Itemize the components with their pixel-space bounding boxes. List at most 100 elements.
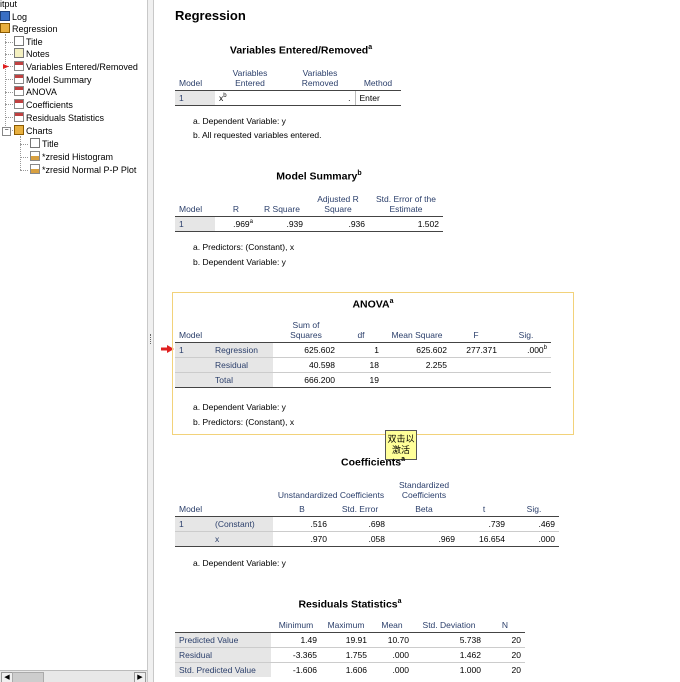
residuals-table[interactable]: Minimum Maximum Mean Std. Deviation N Pr… (175, 618, 525, 677)
cell-sup: b (223, 93, 227, 100)
table-row: Total 666.200 19 (175, 372, 551, 388)
footnote: b. All requested variables entered. (193, 130, 322, 140)
column-header: Sig. (526, 504, 542, 514)
table-cell: 625.602 (383, 342, 451, 358)
table-cell: 1 (339, 342, 383, 358)
outline-chart-title[interactable]: Title (30, 138, 59, 150)
title-icon (30, 138, 40, 148)
outline-regression[interactable]: Regression (0, 23, 58, 35)
table-cell (501, 357, 551, 373)
outline-horizontal-scrollbar[interactable]: ◀ ▶ (0, 670, 147, 682)
column-header: Sum of Squares (290, 320, 322, 340)
tooltip-line: 双击以 (387, 434, 415, 444)
table-cell: 10.70 (371, 632, 413, 648)
table-cell: 1.755 (321, 647, 371, 663)
table-header-row: Minimum Maximum Mean Std. Deviation N (175, 618, 525, 633)
model-summary-table[interactable]: Model R R Square Adjusted R Square Std. … (175, 192, 443, 232)
vars-entered-table[interactable]: Model Variables Entered Variables Remove… (175, 66, 401, 106)
outline-item-variables-entered-removed[interactable]: Variables Entered/Removed (14, 61, 138, 73)
column-header: Std. Error of the Estimate (376, 194, 436, 214)
anova-title-sup: a (389, 298, 394, 305)
column-header: R (232, 204, 240, 214)
column-header: R Square (264, 204, 300, 214)
table-cell: 625.602 (273, 342, 339, 358)
column-header: Sig. (518, 330, 534, 340)
pane-splitter[interactable] (147, 0, 154, 682)
outline-item-label: Coefficients (26, 100, 73, 110)
table-cell: 1.49 (271, 632, 321, 648)
row-label (175, 357, 211, 373)
model-summary-title-text: Model Summary (276, 170, 358, 183)
row-label: 1 (175, 216, 215, 232)
outline-log[interactable]: Log (0, 11, 27, 23)
table-icon (14, 99, 24, 109)
table-cell: . (285, 90, 355, 106)
table-cell: 16.654 (459, 531, 509, 547)
anova-table[interactable]: Model Sum of Squares df Mean Square F Si… (175, 318, 551, 388)
outline-chart-histogram[interactable]: *zresid Histogram (30, 151, 113, 163)
table-header-row: Model B Std. Error Beta t Sig. (175, 502, 559, 517)
notes-icon (14, 48, 24, 58)
table-cell: .469 (509, 516, 559, 532)
column-header: Beta (415, 504, 433, 514)
coefficients-table[interactable]: Unstandardized Coefficients Standardized… (175, 478, 559, 547)
table-cell: 20 (485, 632, 525, 648)
column-header (211, 478, 273, 502)
column-header: Std. Deviation (422, 620, 476, 630)
outline-root[interactable]: itput (0, 0, 17, 10)
outline-item-residuals-statistics[interactable]: Residuals Statistics (14, 112, 104, 124)
scroll-right-button[interactable]: ▶ (134, 672, 146, 682)
table-header-row: Model Sum of Squares df Mean Square F Si… (175, 318, 551, 343)
cell-value: .969 (233, 219, 250, 229)
column-header: Mean (381, 620, 403, 630)
column-header (175, 478, 211, 502)
table-row: 1 (Constant) .516 .698 .739 .469 (175, 516, 559, 532)
vars-table-title-text: Variables Entered/Removed (229, 44, 369, 57)
table-row: 1 xb . Enter (175, 90, 401, 106)
table-cell: 20 (485, 647, 525, 663)
column-header (459, 478, 509, 502)
row-label: Predicted Value (175, 632, 271, 648)
outline-item-coefficients[interactable]: Coefficients (14, 99, 73, 111)
chart-icon (30, 164, 40, 174)
vars-table-title-sup: a (368, 44, 373, 51)
footnote: a. Dependent Variable: y (193, 558, 286, 568)
outline-item-model-summary[interactable]: Model Summary (14, 74, 92, 86)
table-cell: .698 (331, 516, 389, 532)
row-label: x (211, 531, 273, 547)
outline-chart-pp-plot[interactable]: *zresid Normal P-P Plot (30, 164, 136, 176)
column-group-header: Standardized Coefficients (398, 480, 450, 500)
column-header: df (357, 330, 365, 340)
output-content-pane[interactable]: Regression Variables Entered/Removeda Mo… (155, 0, 680, 682)
anova-title-text: ANOVA (352, 298, 390, 311)
column-header: Variables Entered (232, 68, 268, 88)
footnote: a. Predictors: (Constant), x (193, 242, 295, 252)
outline-item-label: Residuals Statistics (26, 113, 105, 123)
outline-log-label: Log (12, 12, 28, 22)
row-label: 1 (175, 516, 211, 532)
table-cell: .969 (389, 531, 459, 547)
scroll-thumb[interactable] (12, 672, 44, 682)
outline-item-anova[interactable]: ANOVA (14, 86, 57, 98)
column-header: N (501, 620, 509, 630)
column-header (509, 478, 559, 502)
anova-title: ANOVAa (175, 298, 571, 311)
outline-item-label: Model Summary (26, 75, 92, 85)
table-cell: 5.738 (413, 632, 485, 648)
footnote: b. Dependent Variable: y (193, 257, 286, 267)
collapse-charts-toggle[interactable]: − (2, 127, 11, 136)
column-header: Maximum (327, 620, 365, 630)
outline-item-notes[interactable]: Notes (14, 48, 50, 60)
splitter-grip-icon (150, 334, 153, 344)
table-cell: .739 (459, 516, 509, 532)
table-cell (451, 372, 501, 388)
table-cell (501, 372, 551, 388)
cell-sup: a (249, 219, 253, 226)
outline-item-title[interactable]: Title (14, 36, 43, 48)
table-row: Residual 40.598 18 2.255 (175, 357, 551, 373)
residuals-title-text: Residuals Statistics (298, 598, 398, 611)
output-outline-pane[interactable]: itput Log Regression Title Notes Variabl… (0, 0, 147, 682)
column-header: F (473, 330, 479, 340)
outline-item-label: *zresid Histogram (42, 152, 114, 162)
table-cell: 20 (485, 662, 525, 677)
